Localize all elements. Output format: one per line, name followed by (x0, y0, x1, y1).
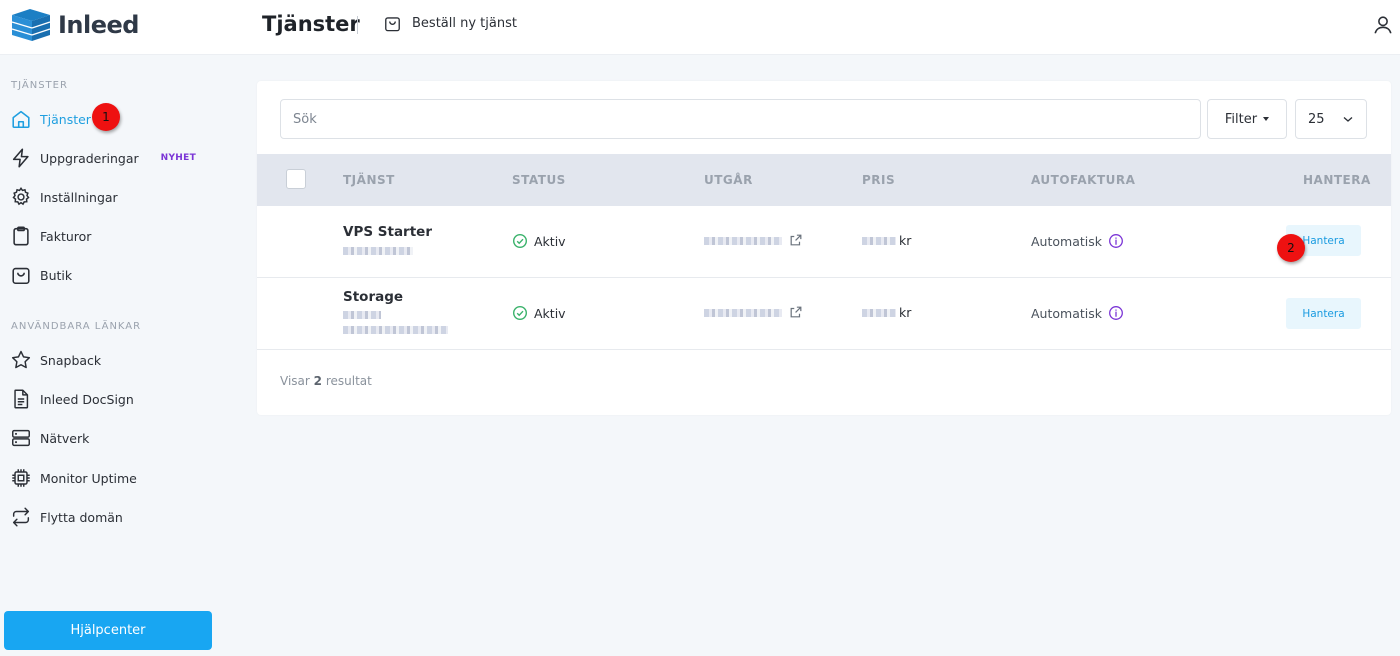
autoinvoice-cell: Automatisk (1031, 305, 1124, 321)
sidebar-item-label: Fakturor (40, 228, 92, 244)
redacted-text (704, 309, 782, 317)
logo[interactable]: Inleed (10, 7, 139, 43)
service-name[interactable]: VPS Starter (343, 224, 432, 240)
autoinvoice-cell: Automatisk (1031, 233, 1124, 249)
shopping-bag-icon (385, 17, 400, 32)
external-link-icon[interactable] (789, 233, 803, 247)
column-header-service: TJÄNST (343, 173, 395, 187)
search-input[interactable] (280, 99, 1201, 139)
service-name[interactable]: Storage (343, 289, 403, 305)
price-currency: kr (899, 233, 912, 248)
shopping-bag-icon (12, 267, 30, 285)
redacted-text (343, 247, 413, 255)
status-cell: Aktiv (512, 305, 566, 321)
external-link-icon[interactable] (789, 305, 803, 319)
order-new-service-link[interactable]: Beställ ny tjänst (383, 14, 517, 33)
sidebar-link-docsign[interactable]: Inleed DocSign (10, 386, 230, 412)
star-icon (11, 350, 31, 369)
clipboard-icon (13, 226, 29, 246)
sidebar-section-services: TJÄNSTER (11, 80, 68, 91)
table-row: Storage Aktiv kr Automatisk Hantera (257, 278, 1391, 350)
sidebar-link-network[interactable]: Nätverk (10, 425, 230, 451)
chevron-down-icon (1343, 117, 1353, 122)
user-icon[interactable] (1372, 14, 1394, 36)
sidebar-item-upgrades[interactable]: Uppgraderingar NYHET (10, 145, 230, 171)
sidebar-section-links: ANVÄNDBARA LÄNKAR (11, 321, 142, 332)
sidebar-link-snapback[interactable]: Snapback (10, 347, 230, 373)
results-number: 2 (313, 374, 323, 388)
check-circle-icon (512, 305, 528, 321)
gear-icon (12, 187, 30, 206)
manage-button[interactable]: Hantera (1286, 298, 1361, 329)
column-header-manage: HANTERA (1303, 173, 1371, 187)
redacted-text (343, 311, 381, 319)
info-icon[interactable] (1108, 305, 1124, 321)
table-header: TJÄNST STATUS UTGÅR PRIS AUTOFAKTURA HAN… (257, 154, 1391, 206)
help-center-button[interactable]: Hjälpcenter (4, 611, 212, 650)
status-text: Aktiv (534, 233, 566, 249)
autoinvoice-text: Automatisk (1031, 233, 1102, 249)
sidebar-link-label: Monitor Uptime (40, 470, 137, 486)
server-icon (12, 429, 30, 447)
status-cell: Aktiv (512, 233, 566, 249)
filter-label: Filter (1224, 111, 1258, 127)
sidebar-item-label: Tjänster (40, 111, 91, 127)
caret-down-icon (1263, 117, 1270, 121)
price-currency: kr (899, 305, 912, 320)
top-bar: Inleed Tjänster Beställ ny tjänst (0, 0, 1400, 55)
per-page-select[interactable]: 25 (1295, 99, 1367, 139)
redacted-text (862, 309, 896, 317)
sidebar-link-transfer-domain[interactable]: Flytta domän (10, 504, 230, 530)
sidebar-item-label: Butik (40, 267, 73, 283)
sidebar-item-services[interactable]: Tjänster (10, 106, 230, 132)
sidebar-item-settings[interactable]: Inställningar (10, 184, 230, 210)
status-text: Aktiv (534, 305, 566, 321)
chip-icon (12, 469, 30, 487)
services-card: Filter 25 TJÄNST STATUS UTGÅR PRIS AUTOF… (257, 81, 1391, 415)
title-divider (357, 16, 358, 34)
results-suffix: resultat (325, 374, 372, 388)
check-circle-icon (512, 233, 528, 249)
transfer-icon (12, 507, 30, 527)
info-icon[interactable] (1108, 233, 1124, 249)
document-icon (14, 389, 29, 409)
new-badge: NYHET (160, 153, 197, 163)
results-prefix: Visar (280, 374, 310, 388)
redacted-text (704, 237, 782, 245)
sidebar-item-shop[interactable]: Butik (10, 262, 230, 288)
sidebar-link-label: Snapback (40, 352, 102, 368)
sidebar-link-label: Inleed DocSign (40, 391, 134, 407)
redacted-text (343, 326, 448, 334)
sidebar-item-invoices[interactable]: Fakturor (10, 223, 230, 249)
redacted-text (862, 237, 896, 245)
annotation-marker-1: 1 (92, 103, 120, 131)
column-header-status: STATUS (512, 173, 566, 187)
logo-text: Inleed (58, 11, 139, 39)
annotation-marker-2: 2 (1277, 234, 1305, 262)
sidebar-item-label: Inställningar (40, 189, 118, 205)
results-count: Visar 2 resultat (280, 374, 372, 388)
sidebar-item-label: Uppgraderingar (40, 150, 139, 166)
order-link-label: Beställ ny tjänst (412, 16, 517, 31)
sidebar-link-label: Flytta domän (40, 509, 123, 525)
home-icon (12, 110, 30, 129)
inleed-logo-icon (11, 9, 51, 41)
sidebar-link-monitor-uptime[interactable]: Monitor Uptime (10, 465, 230, 491)
lightning-icon (12, 148, 29, 168)
page-title: Tjänster (262, 12, 360, 36)
column-header-autoinvoice: AUTOFAKTURA (1031, 173, 1136, 187)
table-row: VPS Starter Aktiv kr Automatisk Hantera (257, 206, 1391, 278)
per-page-value: 25 (1308, 111, 1325, 127)
column-header-price: PRIS (862, 173, 896, 187)
filter-button[interactable]: Filter (1207, 99, 1287, 139)
select-all-checkbox[interactable] (286, 169, 306, 189)
autoinvoice-text: Automatisk (1031, 305, 1102, 321)
sidebar-link-label: Nätverk (40, 430, 90, 446)
column-header-expires: UTGÅR (704, 173, 753, 187)
